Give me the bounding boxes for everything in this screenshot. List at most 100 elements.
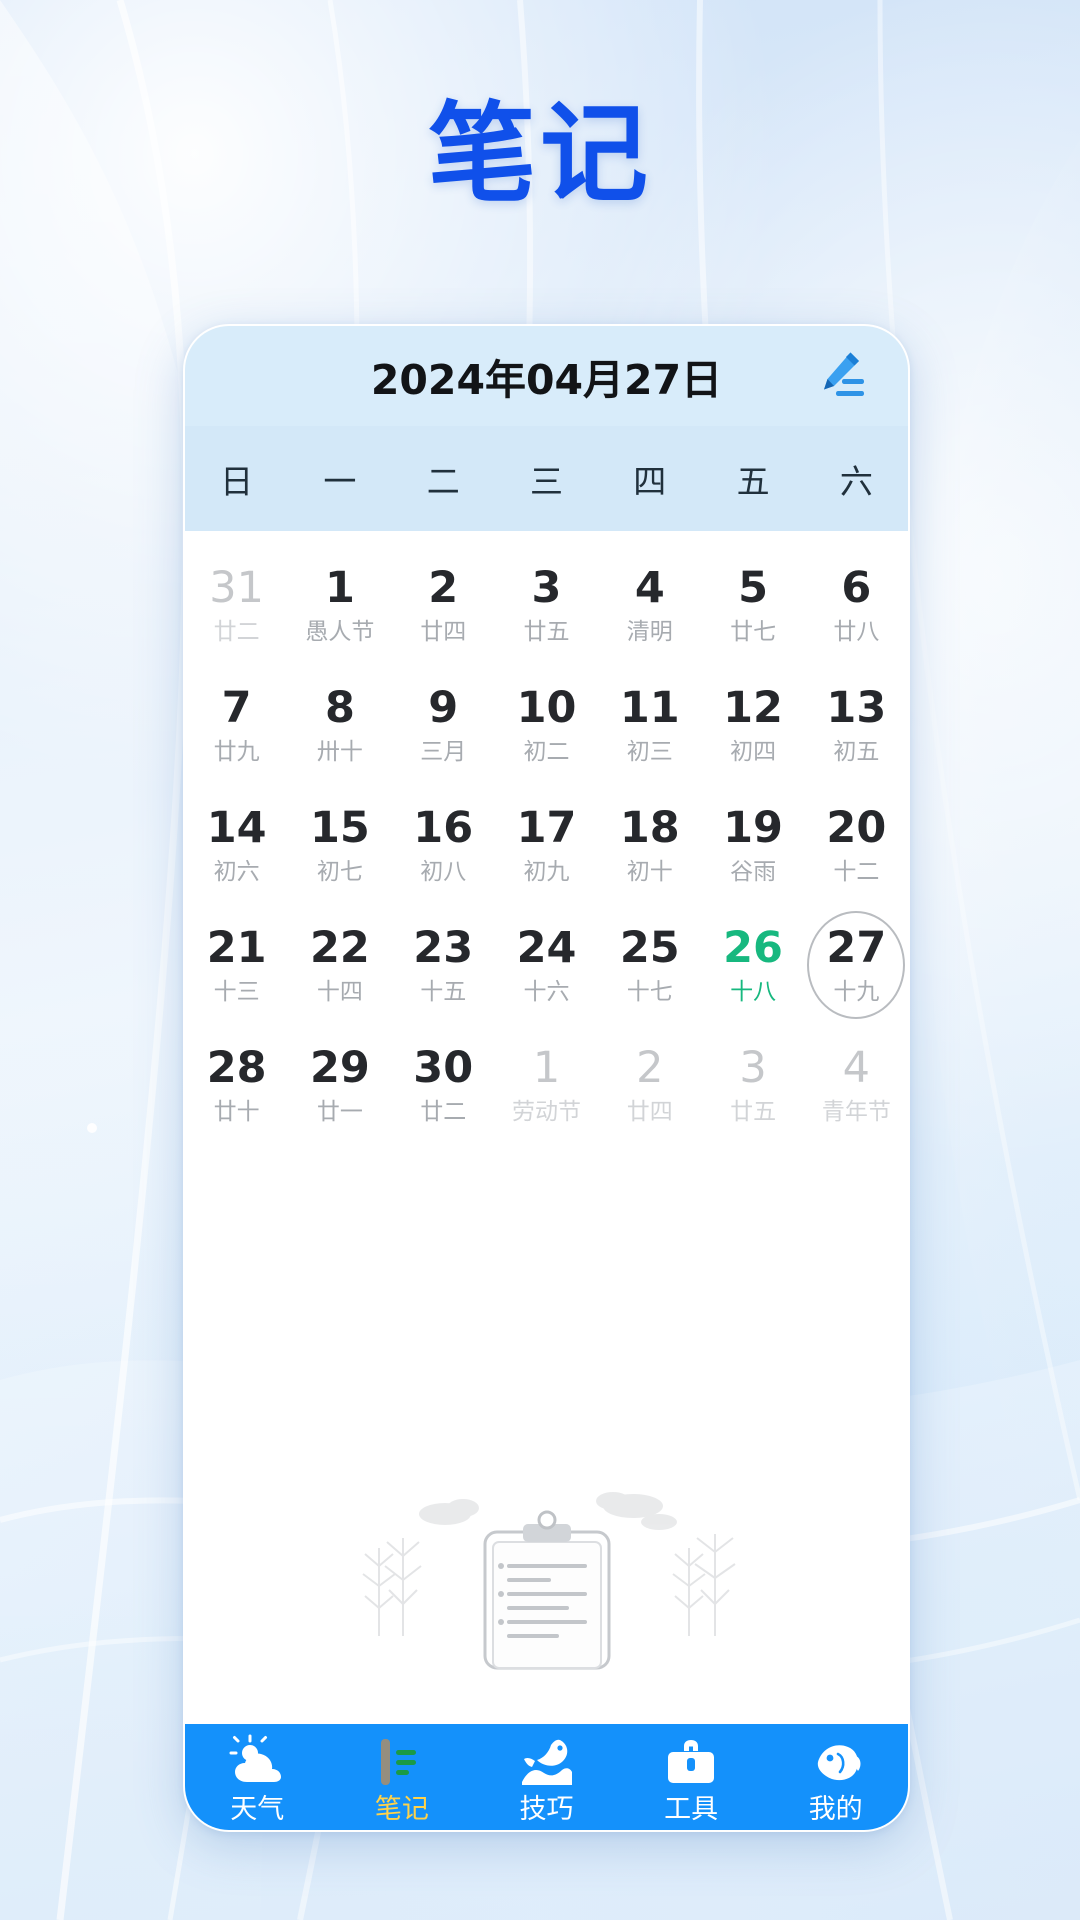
day-lunar-label: 廿四 bbox=[626, 1098, 673, 1125]
day-lunar-label: 廿十 bbox=[213, 1098, 260, 1125]
tab-label: 工具 bbox=[664, 1794, 719, 1825]
day-lunar-label: 劳动节 bbox=[511, 1098, 581, 1125]
clipboard-notes-empty-illustration bbox=[337, 1486, 757, 1681]
day-number: 8 bbox=[324, 682, 355, 733]
calendar-day-cell[interactable]: 4 清明 bbox=[598, 545, 701, 665]
day-number: 31 bbox=[209, 562, 264, 613]
pencil-edit-icon[interactable] bbox=[812, 347, 874, 405]
calendar-day-cell[interactable]: 14 初六 bbox=[185, 785, 288, 905]
calendar-day-cell[interactable]: 27 十九 bbox=[805, 905, 908, 1025]
day-lunar-label: 初八 bbox=[420, 858, 467, 885]
calendar-date-label: 2024年04月27日 bbox=[370, 356, 723, 404]
day-lunar-label: 十六 bbox=[523, 978, 570, 1005]
calendar-day-cell[interactable]: 25 十七 bbox=[598, 905, 701, 1025]
weekday-label-1: 一 bbox=[323, 461, 357, 501]
day-lunar-label: 谷雨 bbox=[730, 858, 777, 885]
day-number: 10 bbox=[516, 682, 577, 733]
bottom-tab-bar: 天气 笔记 技巧 工具 我的 bbox=[185, 1724, 908, 1830]
day-lunar-label: 十七 bbox=[626, 978, 673, 1005]
calendar-day-cell[interactable]: 29 廿一 bbox=[288, 1025, 391, 1145]
jumping-fish-icon bbox=[518, 1734, 574, 1790]
calendar-day-cell[interactable]: 31 廿二 bbox=[185, 545, 288, 665]
day-lunar-label: 初七 bbox=[316, 858, 363, 885]
day-lunar-label: 廿二 bbox=[213, 618, 260, 645]
calendar-day-cell[interactable]: 1 劳动节 bbox=[495, 1025, 598, 1145]
day-number: 12 bbox=[723, 682, 783, 733]
calendar-day-cell[interactable]: 11 初三 bbox=[598, 665, 701, 785]
day-lunar-label: 初二 bbox=[523, 738, 570, 765]
day-number: 7 bbox=[221, 682, 252, 733]
calendar-day-cell[interactable]: 5 廿七 bbox=[701, 545, 804, 665]
calendar-day-cell[interactable]: 2 廿四 bbox=[598, 1025, 701, 1145]
calendar-day-cell[interactable]: 1 愚人节 bbox=[288, 545, 391, 665]
day-number: 29 bbox=[310, 1042, 370, 1093]
calendar-day-cell[interactable]: 3 廿五 bbox=[701, 1025, 804, 1145]
day-lunar-label: 廿一 bbox=[316, 1098, 363, 1125]
day-number: 9 bbox=[428, 682, 459, 733]
calendar-day-grid: 31 廿二 1 愚人节 2 廿四 3 廿五 4 清明 5 廿七 6 廿八 7 廿九 8 卅十 9 三月 10 初二 11 初三… bbox=[185, 531, 908, 1151]
day-number: 11 bbox=[619, 682, 680, 733]
calendar-day-cell[interactable]: 16 初八 bbox=[392, 785, 495, 905]
tab-技巧[interactable]: 技巧 bbox=[474, 1734, 619, 1823]
day-lunar-label: 十八 bbox=[730, 978, 777, 1005]
day-number: 27 bbox=[826, 922, 887, 973]
day-lunar-label: 三月 bbox=[420, 738, 467, 765]
calendar-day-cell[interactable]: 3 廿五 bbox=[495, 545, 598, 665]
calendar-day-cell[interactable]: 28 廿十 bbox=[185, 1025, 288, 1145]
calendar-day-cell[interactable]: 2 廿四 bbox=[392, 545, 495, 665]
calendar-day-cell[interactable]: 10 初二 bbox=[495, 665, 598, 785]
weekday-label-0: 日 bbox=[220, 461, 254, 501]
day-number: 16 bbox=[413, 802, 474, 853]
weekday-label-6: 六 bbox=[839, 461, 873, 501]
day-lunar-label: 十二 bbox=[833, 858, 880, 885]
day-number: 18 bbox=[619, 802, 680, 853]
tab-笔记[interactable]: 笔记 bbox=[330, 1734, 475, 1823]
calendar-day-cell[interactable]: 13 初五 bbox=[805, 665, 908, 785]
calendar-day-cell[interactable]: 15 初七 bbox=[288, 785, 391, 905]
calendar-day-cell[interactable]: 17 初九 bbox=[495, 785, 598, 905]
tab-我的[interactable]: 我的 bbox=[763, 1734, 908, 1823]
calendar-day-cell[interactable]: 21 十三 bbox=[185, 905, 288, 1025]
notebook-icon bbox=[374, 1734, 430, 1790]
day-number: 6 bbox=[841, 562, 872, 613]
weekday-label-2: 二 bbox=[426, 461, 460, 501]
day-number: 28 bbox=[206, 1042, 267, 1093]
calendar-day-cell[interactable]: 23 十五 bbox=[392, 905, 495, 1025]
weekday-label-4: 四 bbox=[633, 461, 667, 501]
tab-天气[interactable]: 天气 bbox=[185, 1734, 330, 1823]
calendar-day-cell[interactable]: 24 十六 bbox=[495, 905, 598, 1025]
calendar-day-cell[interactable]: 12 初四 bbox=[701, 665, 804, 785]
fish-icon bbox=[808, 1734, 864, 1790]
calendar-day-cell[interactable]: 26 十八 bbox=[701, 905, 804, 1025]
tab-label: 技巧 bbox=[519, 1794, 574, 1825]
day-number: 14 bbox=[206, 802, 267, 853]
day-number: 2 bbox=[428, 562, 459, 613]
day-number: 30 bbox=[413, 1042, 474, 1093]
day-number: 13 bbox=[826, 682, 887, 733]
calendar-day-cell[interactable]: 22 十四 bbox=[288, 905, 391, 1025]
calendar-day-cell[interactable]: 30 廿二 bbox=[392, 1025, 495, 1145]
day-lunar-label: 青年节 bbox=[821, 1098, 891, 1125]
day-lunar-label: 廿五 bbox=[730, 1098, 777, 1125]
calendar-day-cell[interactable]: 6 廿八 bbox=[805, 545, 908, 665]
day-lunar-label: 十九 bbox=[833, 978, 880, 1005]
calendar-day-cell[interactable]: 19 谷雨 bbox=[701, 785, 804, 905]
calendar-day-cell[interactable]: 20 十二 bbox=[805, 785, 908, 905]
tab-label: 天气 bbox=[230, 1794, 285, 1825]
calendar-day-cell[interactable]: 7 廿九 bbox=[185, 665, 288, 785]
calendar-day-cell[interactable]: 9 三月 bbox=[392, 665, 495, 785]
day-number: 26 bbox=[723, 922, 783, 973]
day-lunar-label: 廿二 bbox=[420, 1098, 467, 1125]
day-lunar-label: 初九 bbox=[523, 858, 570, 885]
day-lunar-label: 廿五 bbox=[523, 618, 570, 645]
day-lunar-label: 卅十 bbox=[316, 738, 363, 765]
calendar-day-cell[interactable]: 8 卅十 bbox=[288, 665, 391, 785]
day-number: 17 bbox=[516, 802, 577, 853]
tab-工具[interactable]: 工具 bbox=[619, 1734, 764, 1823]
day-number: 23 bbox=[413, 922, 474, 973]
day-number: 1 bbox=[324, 562, 355, 613]
day-lunar-label: 十五 bbox=[420, 978, 467, 1005]
calendar-day-cell[interactable]: 18 初十 bbox=[598, 785, 701, 905]
calendar-day-cell[interactable]: 4 青年节 bbox=[805, 1025, 908, 1145]
day-lunar-label: 廿八 bbox=[833, 618, 880, 645]
